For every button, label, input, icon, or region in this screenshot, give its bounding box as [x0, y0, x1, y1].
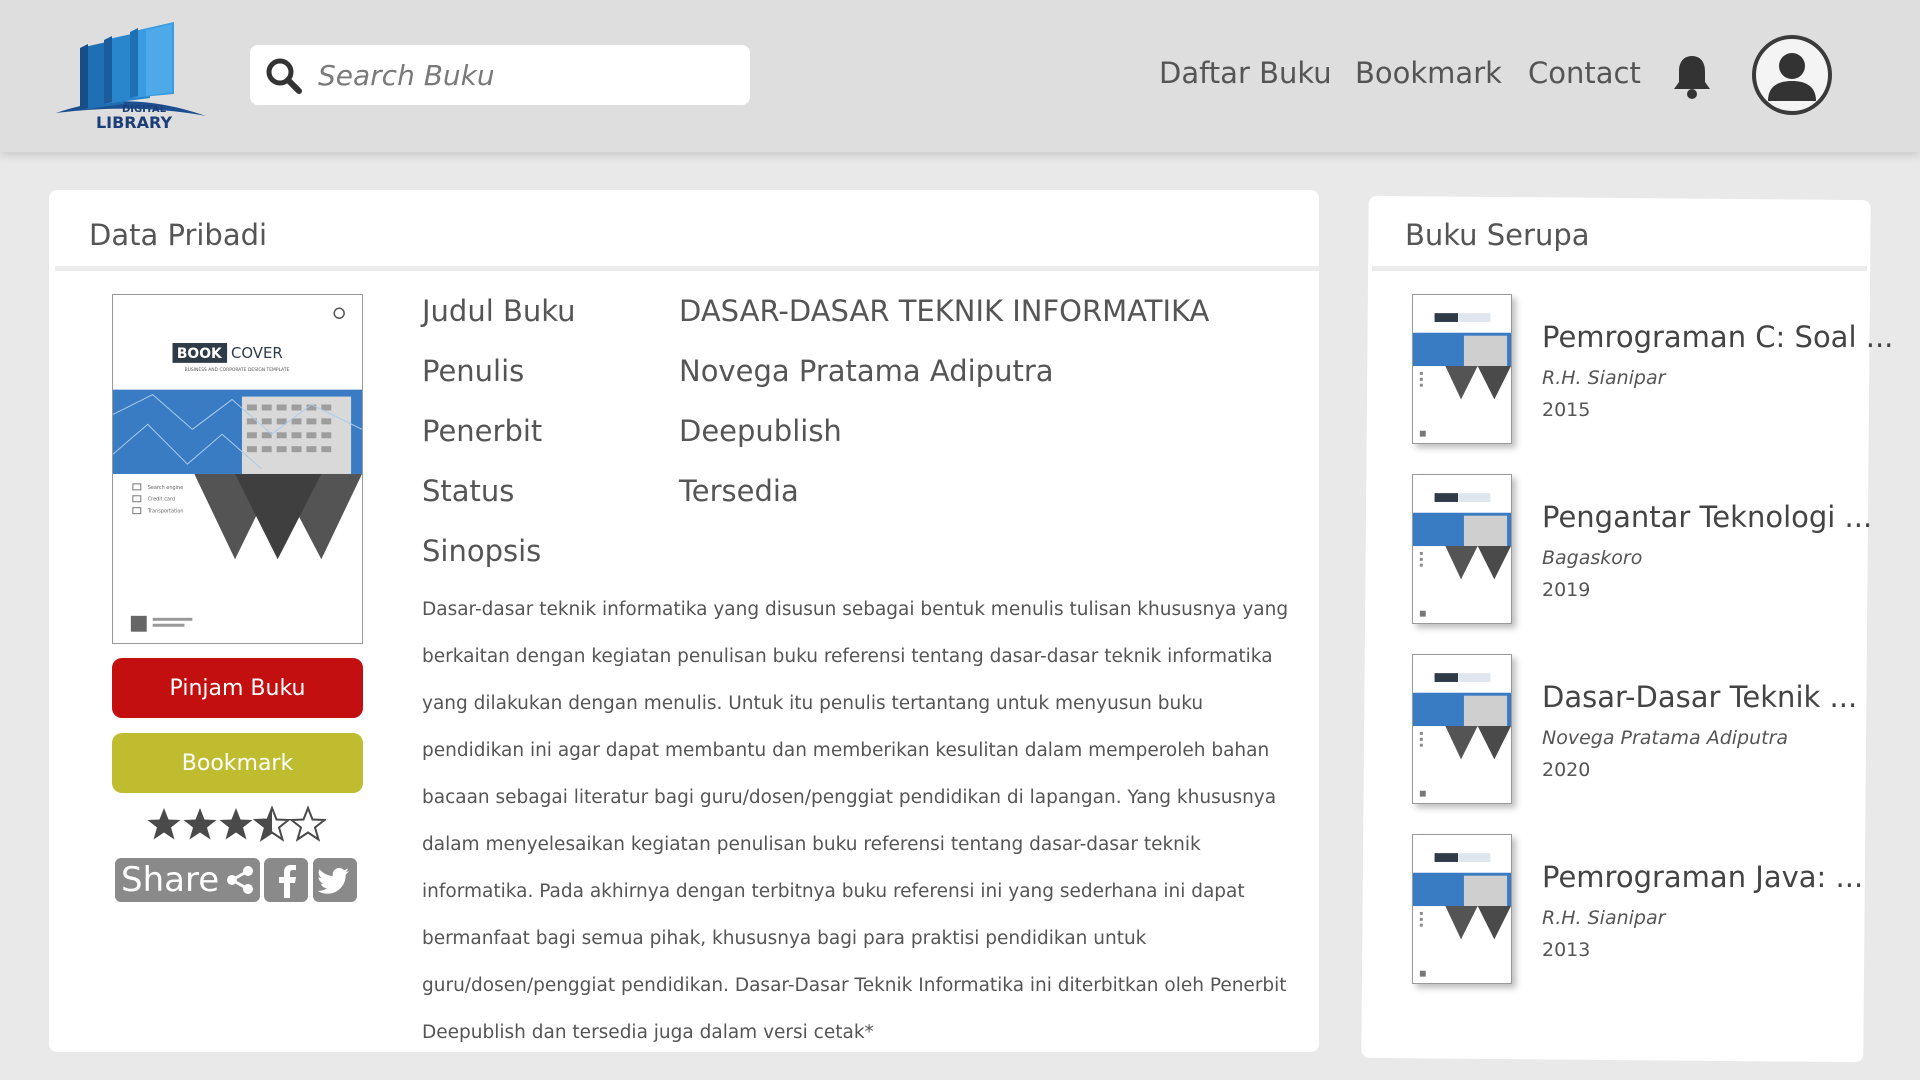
- similar-book-cover-image: [1412, 294, 1512, 444]
- similar-book-year: 2020: [1542, 759, 1591, 781]
- similar-book-year: 2013: [1542, 939, 1591, 961]
- similar-book-author: Novega Pratama Adiputra: [1542, 727, 1789, 749]
- section-title-buku-serupa: Buku Serupa: [1405, 218, 1590, 252]
- star-icon-filled[interactable]: [219, 808, 253, 840]
- bookmark-button[interactable]: Bookmark: [112, 733, 363, 793]
- similar-book-author: R.H. Sianipar: [1542, 367, 1666, 389]
- share-label: Share: [121, 860, 220, 900]
- rating-stars[interactable]: [146, 804, 326, 844]
- nav-daftar-buku[interactable]: Daftar Buku: [1159, 56, 1332, 90]
- similar-book-cover-image: [1412, 834, 1512, 984]
- cover-brand-light: COVER: [231, 344, 283, 362]
- logo-line2: LIBRARY: [96, 113, 172, 132]
- search-icon[interactable]: [264, 56, 304, 96]
- field-value-penulis: Novega Pratama Adiputra: [679, 354, 1054, 388]
- field-value-judul: DASAR-DASAR TEKNIK INFORMATIKA: [679, 294, 1210, 328]
- similar-book-year: 2019: [1542, 579, 1591, 601]
- similar-book-item[interactable]: Pemrograman Java: ... R.H. Sianipar 2013: [1412, 834, 1864, 984]
- header: DIGITAL LIBRARY Daftar Buku Bookmark Con…: [0, 0, 1920, 152]
- cover-brand-bold: BOOK: [177, 346, 223, 362]
- notification-bell-icon[interactable]: [1670, 52, 1714, 100]
- star-icon-empty[interactable]: [290, 807, 326, 841]
- facebook-share-button[interactable]: [264, 858, 308, 902]
- field-value-status: Tersedia: [679, 474, 799, 508]
- field-label-penulis: Penulis: [422, 354, 525, 388]
- book-cover-image: BOOK COVER BUSINESS AND CORPORATE DESIGN…: [112, 294, 363, 644]
- facebook-icon: [279, 865, 296, 898]
- cover-item-2: Credit card: [148, 497, 175, 503]
- synopsis-label: Sinopsis: [422, 534, 542, 568]
- similar-book-title: Dasar-Dasar Teknik ...: [1542, 680, 1858, 714]
- similar-book-author: R.H. Sianipar: [1542, 907, 1666, 929]
- similar-book-title: Pengantar Teknologi ...: [1542, 500, 1873, 534]
- similar-book-title: Pemrograman C: Soal ...: [1542, 320, 1894, 354]
- similar-book-year: 2015: [1542, 399, 1591, 421]
- book-detail-card: Data Pribadi BOOK COVER BUSINESS AND COR…: [49, 190, 1319, 1052]
- nav-contact[interactable]: Contact: [1528, 56, 1641, 90]
- similar-book-title: Pemrograman Java: ...: [1542, 860, 1864, 894]
- search-input[interactable]: [318, 53, 738, 97]
- star-icon-half[interactable]: [254, 807, 290, 841]
- cover-item-3: Transportation: [147, 509, 184, 515]
- similar-book-cover-image: [1412, 474, 1512, 624]
- twitter-icon: [317, 868, 349, 894]
- field-value-penerbit: Deepublish: [679, 414, 842, 448]
- digital-library-logo[interactable]: DIGITAL LIBRARY: [46, 18, 216, 133]
- twitter-share-button[interactable]: [313, 858, 357, 902]
- similar-book-author: Bagaskoro: [1542, 547, 1643, 569]
- field-label-penerbit: Penerbit: [422, 414, 543, 448]
- synopsis-text: Dasar-dasar teknik informatika yang disu…: [422, 599, 1289, 1043]
- similar-book-cover-image: [1412, 654, 1512, 804]
- cover-tagline: BUSINESS AND CORPORATE DESIGN TEMPLATE: [185, 367, 290, 373]
- field-label-judul: Judul Buku: [422, 294, 576, 328]
- field-label-status: Status: [422, 474, 515, 508]
- cover-item-1: Search engine: [148, 485, 183, 491]
- share-button[interactable]: Share: [115, 858, 260, 902]
- user-avatar[interactable]: [1752, 35, 1832, 115]
- star-icon-filled[interactable]: [147, 808, 181, 840]
- divider: [1372, 266, 1867, 271]
- share-icon: [227, 866, 253, 894]
- nav-bookmark[interactable]: Bookmark: [1355, 56, 1502, 90]
- section-title-data-pribadi: Data Pribadi: [89, 218, 268, 252]
- similar-book-item[interactable]: Pengantar Teknologi ... Bagaskoro 2019: [1412, 474, 1872, 624]
- user-icon: [1768, 53, 1816, 101]
- borrow-book-button[interactable]: Pinjam Buku: [112, 658, 363, 718]
- similar-book-item[interactable]: Pemrograman C: Soal ... R.H. Sianipar 20…: [1412, 294, 1893, 444]
- search-bar: [250, 45, 750, 105]
- divider: [55, 266, 1319, 271]
- similar-book-item[interactable]: Dasar-Dasar Teknik ... Novega Pratama Ad…: [1412, 654, 1862, 804]
- star-icon-filled[interactable]: [183, 808, 217, 840]
